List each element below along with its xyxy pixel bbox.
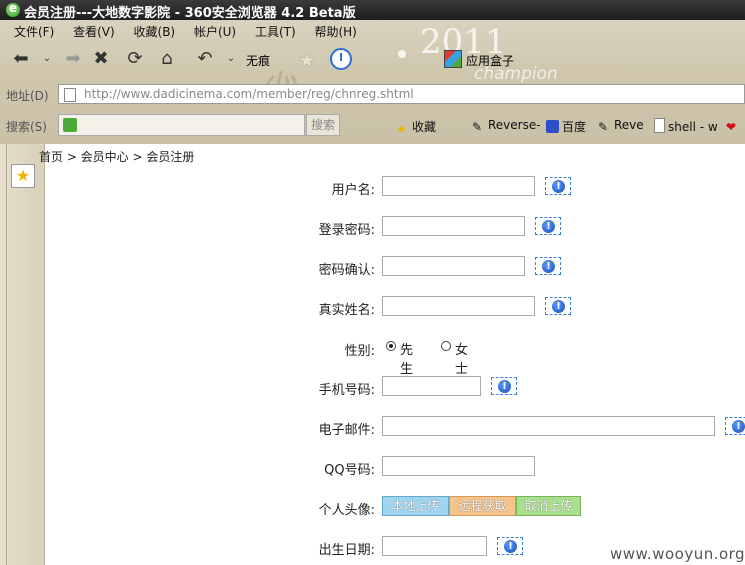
gender-female-label: 女士 bbox=[455, 343, 469, 377]
breadcrumb: 首页 > 会员中心 > 会员注册 bbox=[39, 150, 195, 164]
page-content: 首页 > 会员中心 > 会员注册 用户名: ! 登录密码: ! 密码确认: ! … bbox=[39, 144, 745, 565]
realname-info-icon[interactable]: ! bbox=[545, 297, 571, 315]
app-box-icon bbox=[444, 50, 462, 68]
address-bar-row: 地址(D) http://www.dadicinema.com/member/r… bbox=[0, 82, 745, 106]
birthday-info-icon[interactable]: ! bbox=[497, 537, 523, 555]
bookmark-shell[interactable]: shell - w bbox=[654, 118, 718, 134]
upload-remote-button[interactable]: 远程获取 bbox=[449, 496, 516, 516]
browser-logo-icon bbox=[6, 1, 20, 17]
undo-icon[interactable]: ↶ bbox=[194, 48, 216, 70]
confirm-label: 密码确认: bbox=[318, 263, 375, 278]
pen-icon: ✎ bbox=[472, 120, 483, 134]
birthday-input[interactable] bbox=[382, 536, 487, 556]
bookmark-heart[interactable]: ❤ bbox=[726, 118, 742, 134]
favorite-star-icon[interactable]: ★ bbox=[298, 48, 316, 72]
realname-label: 真实姓名: bbox=[318, 303, 375, 318]
search-input[interactable] bbox=[58, 114, 305, 136]
realname-input[interactable] bbox=[382, 296, 535, 316]
heart-icon: ❤ bbox=[726, 120, 737, 134]
bookmark-reverse[interactable]: ✎ Reverse- bbox=[472, 118, 541, 134]
confirm-info-icon[interactable]: ! bbox=[535, 257, 561, 275]
page-icon bbox=[64, 88, 76, 102]
browser-chrome: ⺗ 2011 champion 文件(F) 查看(V) 收藏(B) 帐户(U) … bbox=[0, 20, 745, 144]
username-info-icon[interactable]: ! bbox=[545, 177, 571, 195]
username-input[interactable] bbox=[382, 176, 535, 196]
password-input[interactable] bbox=[382, 216, 525, 236]
mobile-info-icon[interactable]: ! bbox=[491, 377, 517, 395]
email-info-icon[interactable]: ! bbox=[725, 417, 745, 435]
birthday-label: 出生日期: bbox=[318, 543, 375, 558]
qq-label: QQ号码: bbox=[324, 463, 375, 478]
favorites-button[interactable]: ★ 收藏 bbox=[396, 118, 436, 136]
password-info-icon[interactable]: ! bbox=[535, 217, 561, 235]
menu-tools[interactable]: 工具(T) bbox=[255, 23, 296, 40]
menu-help[interactable]: 帮助(H) bbox=[314, 23, 356, 40]
confirm-password-input[interactable] bbox=[382, 256, 525, 276]
menu-favorites[interactable]: 收藏(B) bbox=[134, 23, 176, 40]
history-clock-icon[interactable] bbox=[330, 48, 352, 70]
bookmark-reve[interactable]: ✎ Reve bbox=[598, 118, 644, 134]
password-label: 登录密码: bbox=[318, 223, 375, 238]
page-icon bbox=[654, 118, 665, 133]
email-label: 电子邮件: bbox=[318, 423, 375, 438]
undo-dropdown-icon[interactable]: ⌄ bbox=[220, 48, 242, 70]
search-button[interactable]: 搜索 bbox=[306, 114, 340, 136]
baidu-paw-icon bbox=[546, 120, 559, 133]
mobile-label: 手机号码: bbox=[318, 383, 375, 398]
qq-input[interactable] bbox=[382, 456, 535, 476]
refresh-icon[interactable]: ⟳ bbox=[124, 48, 146, 70]
email-input[interactable] bbox=[382, 416, 715, 436]
watermark: www.wooyun.org bbox=[610, 545, 745, 563]
avatar-label: 个人头像: bbox=[318, 503, 375, 518]
upload-cancel-button[interactable]: 取消上传 bbox=[516, 496, 581, 516]
menu-account[interactable]: 帐户(U) bbox=[194, 23, 236, 40]
address-url: http://www.dadicinema.com/member/reg/chn… bbox=[84, 87, 414, 101]
star-icon: ★ bbox=[396, 122, 407, 136]
back-arrow-icon[interactable]: ⬅ bbox=[10, 48, 32, 70]
stop-icon[interactable]: ✖ bbox=[90, 48, 112, 70]
gender-male-radio[interactable] bbox=[386, 341, 396, 351]
gender-female-radio[interactable] bbox=[441, 341, 451, 351]
search-label: 搜索(S) bbox=[6, 120, 47, 134]
window-titlebar: 会员注册---大地数字影院 - 360安全浏览器 4.2 Beta版 bbox=[0, 0, 745, 21]
bookmark-baidu[interactable]: 百度 bbox=[546, 118, 586, 135]
search-engine-icon[interactable] bbox=[63, 118, 77, 132]
username-label: 用户名: bbox=[331, 183, 375, 198]
back-dropdown-icon[interactable]: ⌄ bbox=[36, 48, 58, 70]
sidebar-favorites-star-icon[interactable]: ★ bbox=[11, 164, 35, 188]
menu-view[interactable]: 查看(V) bbox=[73, 23, 115, 40]
upload-local-button[interactable]: 本地上传 bbox=[382, 496, 449, 516]
home-icon[interactable]: ⌂ bbox=[156, 48, 178, 70]
address-input[interactable]: http://www.dadicinema.com/member/reg/chn… bbox=[58, 84, 745, 104]
mobile-input[interactable] bbox=[382, 376, 481, 396]
incognito-button[interactable]: 无痕 bbox=[246, 52, 270, 69]
pen-icon: ✎ bbox=[598, 120, 609, 134]
sidebar: ★ bbox=[0, 144, 45, 565]
menu-file[interactable]: 文件(F) bbox=[14, 23, 54, 40]
window-title: 会员注册---大地数字影院 - 360安全浏览器 4.2 Beta版 bbox=[24, 6, 356, 21]
address-label: 地址(D) bbox=[6, 89, 49, 103]
menu-bar: 文件(F) 查看(V) 收藏(B) 帐户(U) 工具(T) 帮助(H) bbox=[14, 23, 372, 41]
forward-arrow-icon[interactable]: ➡ bbox=[62, 48, 84, 70]
search-bar-row: 搜索(S) 搜索 ★ 收藏 ✎ Reverse- 百度 ✎ Reve shell - … bbox=[0, 112, 745, 138]
gender-male-label: 先生 bbox=[400, 343, 414, 377]
gender-label: 性别: bbox=[344, 344, 375, 359]
